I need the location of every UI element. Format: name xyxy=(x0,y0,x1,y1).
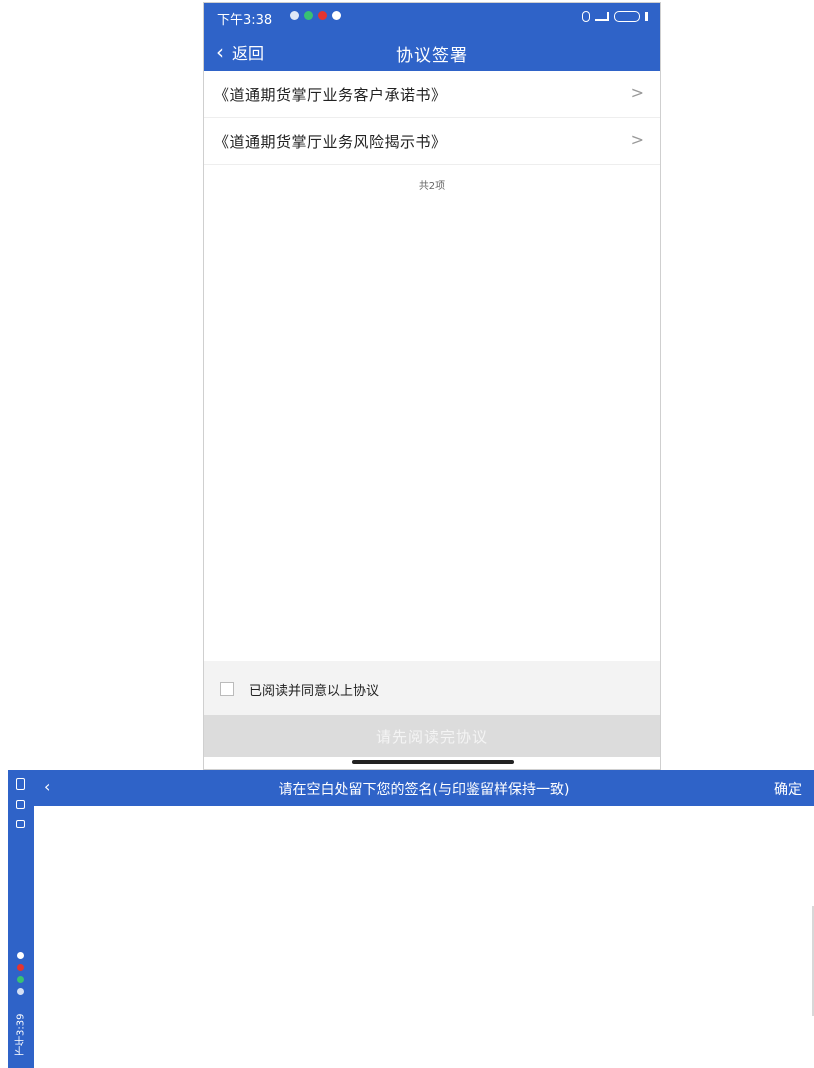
hd-icon xyxy=(16,820,25,828)
app-notification-icon xyxy=(17,964,24,971)
signature-header: ‹ 请在空白处留下您的签名(与印鉴留样保持一致) 确定 xyxy=(34,770,814,806)
alarm-icon xyxy=(290,11,299,20)
wechat-icon xyxy=(304,11,313,20)
agreement-title: 《道通期货掌厅业务风险揭示书》 xyxy=(214,133,447,151)
notification-icons xyxy=(290,11,341,20)
status-bar: 下午3:38 xyxy=(204,3,660,29)
agreement-screen: 下午3:38 ‹ 返回 协议签署 《道通期货掌厅业务客户承诺书》 > 《道通期货… xyxy=(203,2,661,770)
app-header: 下午3:38 ‹ 返回 协议签署 xyxy=(204,3,660,71)
status-time: 下午3:38 xyxy=(217,13,273,28)
confirm-button[interactable]: 确定 xyxy=(774,779,802,799)
agreement-item-risk-disclosure[interactable]: 《道通期货掌厅业务风险揭示书》 > xyxy=(204,118,660,165)
battery-icon xyxy=(16,778,25,790)
rotated-status-bar: 下午3:39 xyxy=(8,770,34,1068)
hd-icon xyxy=(582,11,590,22)
agreement-item-commitment[interactable]: 《道通期货掌厅业务客户承诺书》 > xyxy=(204,71,660,118)
message-icon xyxy=(17,952,24,959)
submit-button[interactable]: 请先阅读完协议 xyxy=(204,715,660,757)
app-notification-icon xyxy=(318,11,327,20)
signature-screen: 下午3:39 ‹ 请在空白处留下您的签名(与印鉴留样保持一致) 确定 xyxy=(8,770,814,1068)
chevron-right-icon: > xyxy=(630,130,644,149)
chevron-right-icon: > xyxy=(630,83,644,102)
charging-icon xyxy=(645,12,648,21)
item-count: 共2项 xyxy=(418,181,446,192)
system-icons xyxy=(582,11,648,22)
signature-pad[interactable] xyxy=(34,806,814,1068)
signal-icon xyxy=(16,800,25,809)
agreement-title: 《道通期货掌厅业务客户承诺书》 xyxy=(214,86,447,104)
page-title: 协议签署 xyxy=(396,46,468,66)
message-icon xyxy=(332,11,341,20)
agree-checkbox[interactable] xyxy=(220,682,234,696)
agreement-list: 《道通期货掌厅业务客户承诺书》 > 《道通期货掌厅业务风险揭示书》 > xyxy=(204,71,660,165)
wechat-icon xyxy=(17,976,24,983)
signature-title: 请在空白处留下您的签名(与印鉴留样保持一致) xyxy=(278,782,570,798)
status-time: 下午3:39 xyxy=(15,1013,27,1057)
signal-icon xyxy=(595,12,609,21)
alarm-icon xyxy=(17,988,24,995)
agree-bar: 已阅读并同意以上协议 xyxy=(204,661,660,715)
home-indicator[interactable] xyxy=(352,760,514,764)
battery-icon xyxy=(614,11,640,22)
agree-label[interactable]: 已阅读并同意以上协议 xyxy=(249,680,379,699)
